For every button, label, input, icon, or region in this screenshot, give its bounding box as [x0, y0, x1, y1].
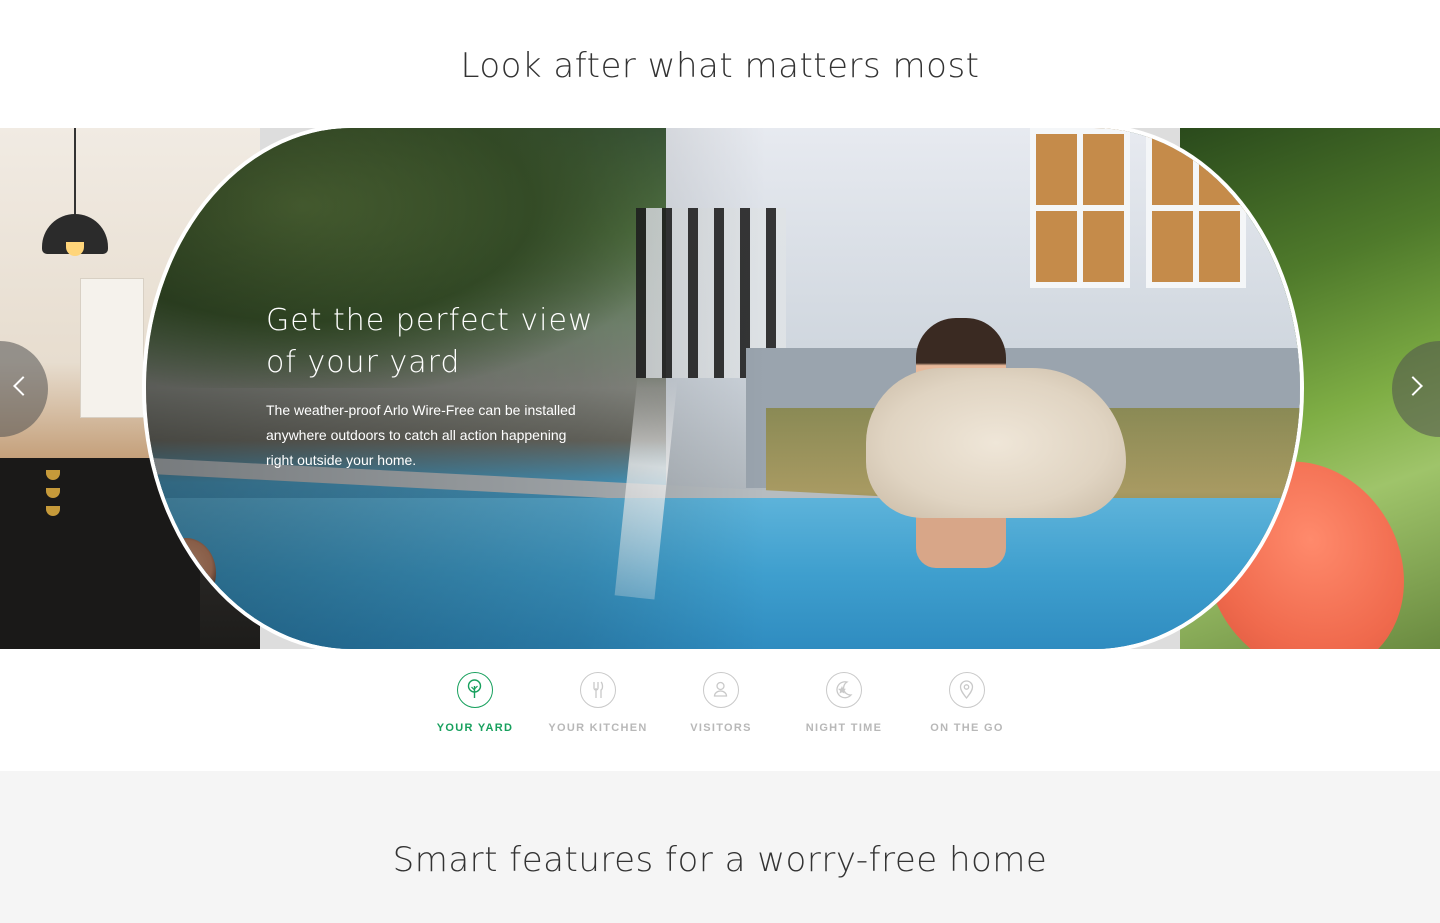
tab-night-time[interactable]: NIGHT TIME: [779, 672, 909, 734]
chevron-left-icon: [13, 376, 33, 396]
star-moon-icon: [826, 672, 862, 708]
slide-description: The weather-proof Arlo Wire-Free can be …: [266, 398, 626, 473]
tree-icon: [457, 672, 493, 708]
features-title: Smart features for a worry-free home: [392, 840, 1048, 880]
slide-heading-line: of your yard: [266, 345, 461, 380]
utensils-icon: [580, 672, 616, 708]
tab-your-yard[interactable]: YOUR YARD: [410, 672, 540, 734]
location-pin-icon: [949, 672, 985, 708]
slide-description-line: right outside your home.: [266, 452, 417, 468]
scenario-tabs: YOUR YARD YOUR KITCHEN VISITORS NIGHT TI…: [0, 672, 1440, 742]
bowl: [46, 470, 60, 480]
person-icon: [703, 672, 739, 708]
tab-your-kitchen[interactable]: YOUR KITCHEN: [533, 672, 663, 734]
tab-label: ON THE GO: [930, 722, 1004, 734]
slide-description-line: anywhere outdoors to catch all action ha…: [266, 427, 567, 443]
pendant-lamp-cord: [74, 128, 76, 216]
slide-description-line: The weather-proof Arlo Wire-Free can be …: [266, 402, 576, 418]
tab-label: YOUR YARD: [436, 722, 514, 734]
slide-heading-line: Get the perfect view: [266, 303, 594, 338]
tab-label: NIGHT TIME: [805, 722, 883, 734]
tab-label: VISITORS: [690, 722, 752, 734]
kitchen-cabinet: [80, 278, 144, 418]
bowl: [46, 488, 60, 498]
page-title: Look after what matters most: [460, 46, 980, 86]
feature-carousel: Get the perfect view of your yard The we…: [0, 128, 1440, 649]
dog-figure: [866, 368, 1126, 518]
chevron-right-icon: [1403, 376, 1423, 396]
bowl: [46, 506, 60, 516]
text-shade-overlay: [146, 128, 766, 649]
tab-visitors[interactable]: VISITORS: [656, 672, 786, 734]
tab-on-the-go[interactable]: ON THE GO: [902, 672, 1032, 734]
active-slide-yard: Get the perfect view of your yard The we…: [146, 128, 1300, 649]
slide-heading: Get the perfect view of your yard: [266, 300, 626, 384]
house-window: [1146, 128, 1246, 288]
house-window: [1030, 128, 1130, 288]
tab-label: YOUR KITCHEN: [548, 722, 648, 734]
